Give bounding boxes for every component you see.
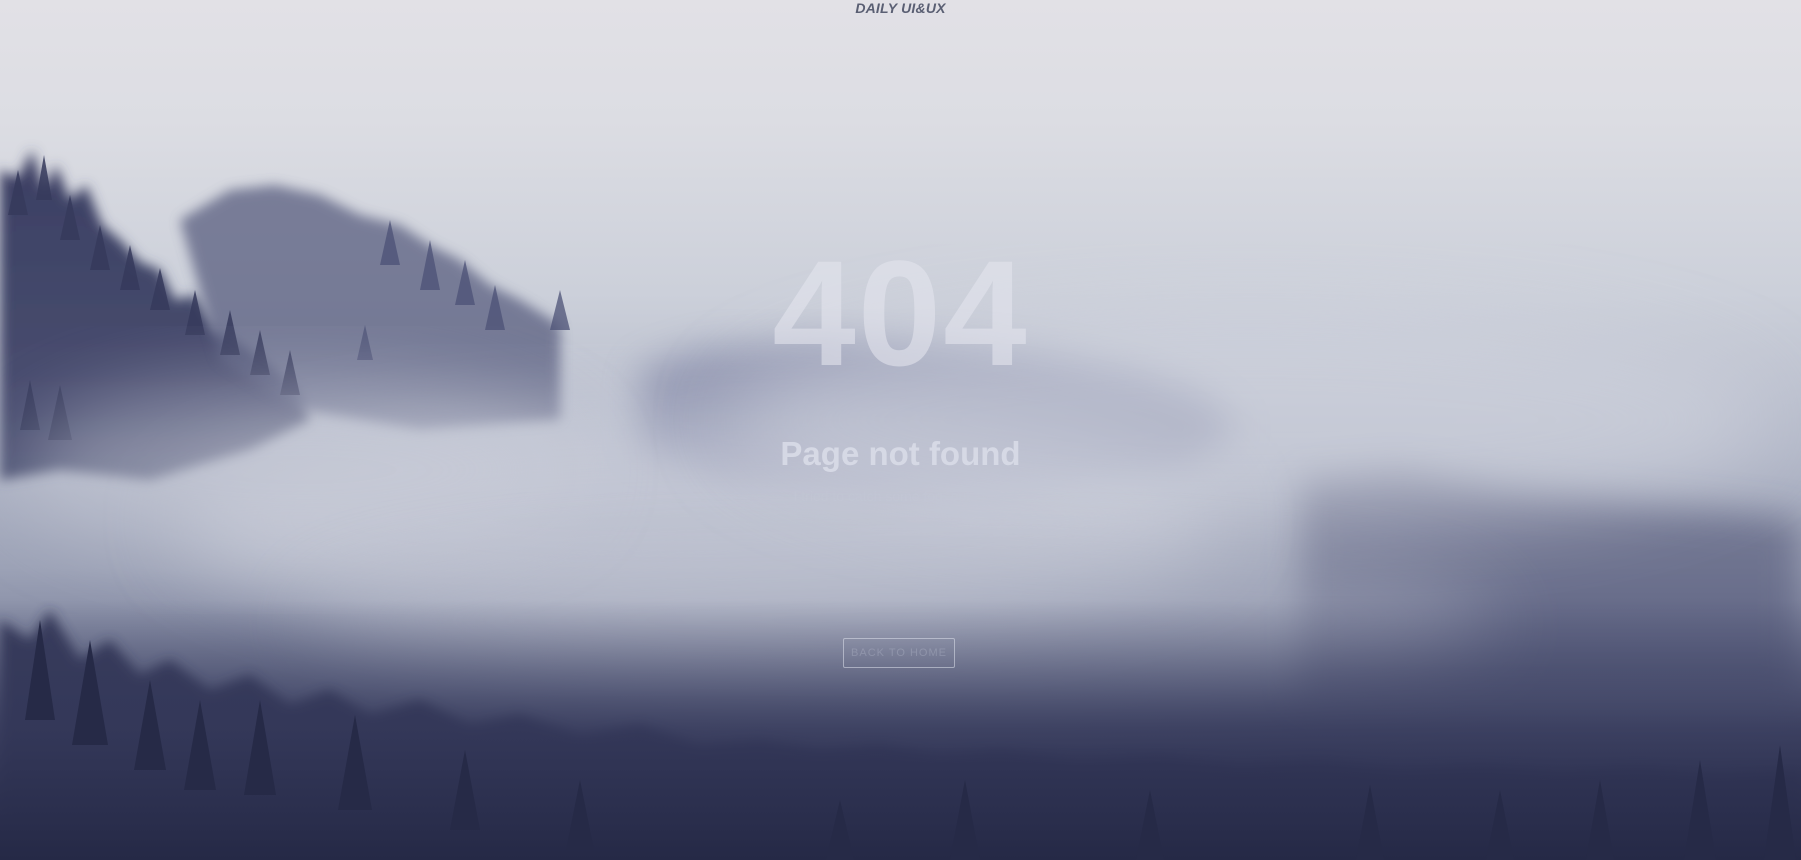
error-code: 404 — [772, 248, 1029, 378]
error-message: I tried to catch some fog, but I mist — [793, 488, 1008, 504]
brand-logo-text: DAILY UI&UX — [855, 0, 946, 16]
page-title: Page not found — [780, 435, 1021, 472]
back-to-home-button[interactable]: BACK TO HOME — [843, 638, 955, 668]
foggy-forest-background — [0, 150, 1801, 860]
error-page: DAILY UI&UX 404 Page not found I tried t… — [0, 0, 1801, 860]
